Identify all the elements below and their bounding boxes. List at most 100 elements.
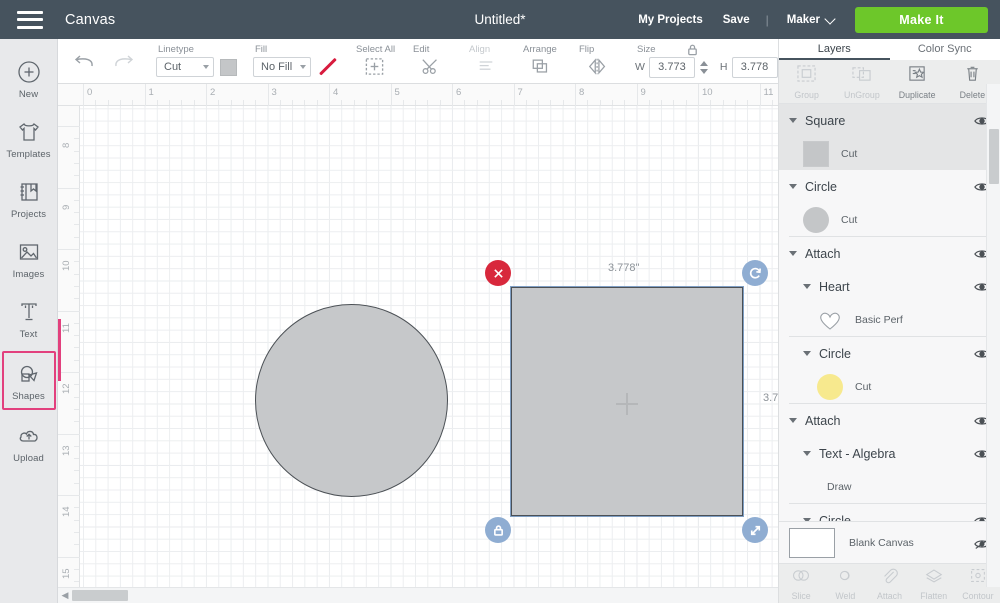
layers-list[interactable]: Square Cut Circle Cut Attach Heart Basic…: [779, 104, 1000, 521]
ruler-tick: [58, 495, 80, 496]
machine-selector[interactable]: Maker: [775, 14, 841, 26]
undo-icon[interactable]: [74, 52, 96, 70]
rotate-handle[interactable]: [742, 260, 768, 286]
ruler-label: 4: [333, 87, 339, 98]
ruler-label: 8: [579, 87, 585, 98]
horizontal-scrollbar[interactable]: ◀: [58, 587, 778, 603]
sidebar-item-label: Shapes: [12, 391, 45, 402]
vertical-scrollbar[interactable]: [986, 84, 1000, 587]
ruler-minor-tick: [95, 100, 97, 105]
canvas-grid[interactable]: 3.778" 3.778": [80, 106, 778, 603]
sidebar-item-images[interactable]: Images: [2, 231, 56, 286]
chevron-down-icon[interactable]: [789, 418, 797, 423]
fill-select[interactable]: No Fill: [253, 57, 311, 77]
sidebar-item-label: Upload: [13, 453, 44, 464]
flip-group: Flip: [569, 39, 627, 84]
scissors-icon: [421, 57, 441, 76]
ruler-minor-tick: [119, 100, 121, 105]
layer-row[interactable]: Square: [779, 104, 1000, 137]
vertical-scroll-thumb[interactable]: [989, 129, 999, 184]
chevron-down-icon[interactable]: [803, 451, 811, 456]
layer-tools: Group UnGroup Duplicate Delete: [779, 60, 1000, 104]
save-button[interactable]: Save: [713, 14, 760, 26]
width-stepper[interactable]: [699, 57, 710, 77]
layer-thumbnail[interactable]: [817, 309, 843, 331]
my-projects-button[interactable]: My Projects: [628, 14, 713, 26]
ruler-minor-tick: [218, 100, 220, 105]
canvas-shape-circle[interactable]: [255, 304, 448, 497]
linetype-color-swatch[interactable]: [220, 58, 237, 76]
header-separator: |: [765, 12, 769, 27]
arrange-button[interactable]: [521, 57, 561, 76]
flatten-button[interactable]: Flatten: [912, 567, 956, 601]
sidebar-item-text[interactable]: Text: [2, 291, 56, 346]
sidebar-item-shapes[interactable]: Shapes: [1, 351, 56, 410]
ruler-minor-tick: [611, 100, 613, 105]
layer-row[interactable]: Heart: [779, 270, 1000, 303]
scroll-left-arrow[interactable]: ◀: [58, 590, 72, 601]
pen-color-swatch[interactable]: [318, 57, 338, 77]
hamburger-icon[interactable]: [17, 10, 43, 29]
horizontal-scroll-thumb[interactable]: [72, 590, 128, 601]
layer-row[interactable]: Attach: [779, 237, 1000, 270]
ruler-minor-tick: [538, 100, 540, 105]
linetype-select[interactable]: Cut: [156, 57, 214, 77]
lock-handle[interactable]: [485, 517, 511, 543]
ruler-minor-tick: [74, 335, 79, 337]
shape-center-crosshair: [616, 393, 638, 415]
blank-canvas-thumbnail[interactable]: [789, 527, 835, 558]
layer-row[interactable]: Circle: [779, 504, 1000, 521]
layer-row[interactable]: Draw: [779, 470, 1000, 503]
flip-button[interactable]: [577, 57, 619, 76]
height-label: H: [719, 61, 728, 73]
height-input[interactable]: [731, 56, 778, 78]
chevron-down-icon[interactable]: [789, 184, 797, 189]
horizontal-ruler: 0 1 2 3 4 5 6 7 8 9 10 11: [58, 84, 778, 106]
sidebar-item-templates[interactable]: Templates: [2, 111, 56, 166]
tab-color-sync[interactable]: Color Sync: [890, 39, 1000, 60]
tab-layers[interactable]: Layers: [779, 39, 890, 60]
canvas-area[interactable]: 3.778" 3.778" 01234567891011 89101112131…: [58, 84, 778, 603]
slice-button[interactable]: Slice: [779, 567, 823, 601]
sidebar-item-upload[interactable]: Upload: [2, 415, 56, 470]
arrange-group: Arrange: [513, 39, 569, 84]
sidebar-item-label: Text: [19, 329, 38, 340]
align-button[interactable]: [467, 58, 505, 75]
ruler-label: 1: [148, 87, 154, 98]
sidebar-item-projects[interactable]: Projects: [2, 171, 56, 226]
layer-row[interactable]: Circle: [779, 170, 1000, 203]
width-label: W: [635, 61, 645, 73]
lock-icon[interactable]: [686, 43, 699, 56]
weld-button[interactable]: Weld: [823, 567, 867, 601]
ruler-minor-tick: [74, 421, 79, 423]
width-input[interactable]: [648, 56, 695, 78]
chevron-down-icon[interactable]: [789, 118, 797, 123]
layer-row[interactable]: Attach: [779, 404, 1000, 437]
sidebar-item-label: Templates: [6, 149, 51, 160]
ungroup-button[interactable]: UnGroup: [834, 64, 889, 100]
chevron-down-icon[interactable]: [803, 351, 811, 356]
layer-row[interactable]: Basic Perf: [779, 303, 1000, 336]
ruler-minor-tick: [415, 100, 417, 105]
chevron-down-icon[interactable]: [803, 284, 811, 289]
layer-row[interactable]: Cut: [779, 137, 1000, 170]
attach-button[interactable]: Attach: [867, 567, 911, 601]
sidebar-item-new[interactable]: New: [2, 51, 56, 106]
group-button[interactable]: Group: [779, 64, 834, 100]
layer-row[interactable]: Text - Algebra: [779, 437, 1000, 470]
select-all-button[interactable]: [354, 56, 395, 77]
layer-thumbnail[interactable]: [803, 140, 829, 167]
chevron-down-icon[interactable]: [789, 251, 797, 256]
delete-handle[interactable]: [485, 260, 511, 286]
edit-button[interactable]: [411, 57, 451, 76]
blank-canvas-row[interactable]: Blank Canvas: [779, 521, 1000, 563]
layer-thumbnail[interactable]: [817, 373, 843, 400]
duplicate-button[interactable]: Duplicate: [890, 64, 945, 100]
layer-row[interactable]: Cut: [779, 370, 1000, 403]
make-it-button[interactable]: Make It: [855, 6, 988, 33]
layer-row[interactable]: Circle: [779, 337, 1000, 370]
layer-thumbnail[interactable]: [803, 206, 829, 233]
resize-handle[interactable]: [742, 517, 768, 543]
layer-row[interactable]: Cut: [779, 203, 1000, 236]
redo-icon[interactable]: [112, 52, 134, 70]
